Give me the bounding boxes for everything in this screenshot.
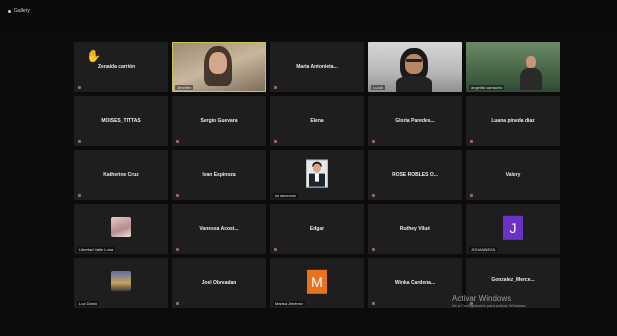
participant-name: Winka Cardena...	[394, 280, 436, 286]
mic-muted-icon	[176, 194, 179, 197]
mic-muted-icon	[372, 248, 375, 251]
participant-tile[interactable]: Elena	[270, 96, 364, 146]
participant-name: Edgar	[309, 226, 325, 232]
mic-muted-icon	[470, 140, 473, 143]
mic-muted-icon	[470, 194, 473, 197]
participant-tile[interactable]: Winka Cardena...	[368, 258, 462, 308]
mic-muted-icon	[176, 302, 179, 305]
participant-tile[interactable]: Maria Antonieta...	[270, 42, 364, 92]
participant-name: Luana pineda díaz	[491, 118, 535, 124]
participant-tile[interactable]: Libertad Valle Luna	[74, 204, 168, 254]
participant-name-label: lui ascencio	[273, 193, 298, 198]
mic-muted-icon	[274, 248, 277, 251]
participant-tile-video[interactable]: Lucía	[368, 42, 462, 92]
participant-tile[interactable]: Joel Obreadan	[172, 258, 266, 308]
participant-name: Gloria Paredes...	[395, 118, 435, 124]
participant-name: Zenaida carrión	[98, 64, 136, 70]
avatar-initial: J	[509, 219, 517, 236]
mic-muted-icon	[176, 248, 179, 251]
participant-tile[interactable]: M Marisa Jiménez	[270, 258, 364, 308]
participant-tile[interactable]: Edgar	[270, 204, 364, 254]
participant-tile[interactable]: Vanessa Acost...	[172, 204, 266, 254]
initial-avatar: M	[307, 269, 327, 294]
windows-activation-watermark: Activar Windows Ve a Configuración para …	[452, 294, 526, 308]
profile-photo	[111, 217, 131, 237]
participant-tile[interactable]: Valery	[466, 150, 560, 200]
profile-photo	[111, 271, 131, 291]
participant-name: Sergio Guevara	[200, 118, 238, 124]
mic-muted-icon	[78, 140, 81, 143]
view-label: Gallery	[14, 8, 30, 14]
participant-name-label: Luz Danio	[77, 301, 100, 306]
participant-name: Vanessa Acost...	[199, 226, 239, 232]
participant-name: ROSE ROBLES O...	[392, 172, 438, 178]
mic-muted-icon	[372, 194, 375, 197]
participant-name: Ruthey Vilué	[399, 226, 431, 232]
participant-tile[interactable]: MOISES_TITTAS	[74, 96, 168, 146]
participant-tile[interactable]: Katherine Cruz	[74, 150, 168, 200]
view-switcher[interactable]: Gallery	[8, 8, 30, 14]
mic-muted-icon	[176, 140, 179, 143]
top-bar: Gallery	[0, 0, 617, 34]
participant-tile[interactable]: J JOHANNEZA	[466, 204, 560, 254]
participant-face	[405, 54, 423, 74]
participant-name: Maria Antonieta...	[296, 64, 338, 70]
profile-photo	[306, 159, 328, 188]
participant-name-label: Jennifer	[175, 85, 194, 90]
avatar-initial: M	[311, 273, 323, 290]
mic-muted-icon	[372, 140, 375, 143]
mic-muted-icon	[78, 194, 81, 197]
participant-tile[interactable]: Ivan Espinoza	[172, 150, 266, 200]
watermark-subtitle: Ve a Configuración para activar Windows.	[452, 302, 527, 308]
participant-tile[interactable]: Luana pineda díaz	[466, 96, 560, 146]
participant-tile[interactable]: Sergio Guevara	[172, 96, 266, 146]
initial-avatar: J	[503, 215, 523, 240]
participant-tile[interactable]: Luz Danio	[74, 258, 168, 308]
participant-tile[interactable]: ✋ Zenaida carrión	[74, 42, 168, 92]
gallery-view-icon	[8, 9, 11, 13]
participant-body	[396, 76, 432, 92]
participant-name: Ivan Espinoza	[202, 172, 236, 178]
participant-tile[interactable]: ROSE ROBLES O...	[368, 150, 462, 200]
participant-name-label: JOHANNEZA	[469, 247, 498, 252]
participant-name: Valery	[505, 172, 521, 178]
participant-tile-video[interactable]: Jennifer	[172, 42, 266, 92]
participant-name: Gonzalez_Merce...	[491, 277, 535, 283]
mic-muted-icon	[78, 86, 81, 89]
participant-name-label: angelita camacho	[469, 85, 505, 90]
participant-glasses	[406, 59, 422, 62]
participant-tile[interactable]: lui ascencio	[270, 150, 364, 200]
mic-muted-icon	[372, 302, 375, 305]
participant-tile[interactable]: Ruthey Vilué	[368, 204, 462, 254]
participant-body	[520, 68, 542, 90]
participant-name: Joel Obreadan	[201, 280, 237, 286]
participant-face	[209, 52, 227, 74]
mic-muted-icon	[274, 140, 277, 143]
participant-gallery: ✋ Zenaida carrión Jennifer Maria Antonie…	[74, 42, 560, 308]
participant-name: Elena	[310, 118, 324, 124]
raised-hand-icon: ✋	[86, 49, 101, 63]
participant-name-label: Lucía	[371, 85, 385, 90]
participant-name-label: Libertad Valle Luna	[77, 247, 116, 252]
participant-face	[526, 56, 536, 68]
participant-tile-video[interactable]: angelita camacho	[466, 42, 560, 92]
participant-tile[interactable]: Gloria Paredes...	[368, 96, 462, 146]
mic-muted-icon	[274, 86, 277, 89]
participant-name: Katherine Cruz	[103, 172, 139, 178]
participant-name: MOISES_TITTAS	[101, 118, 141, 124]
participant-name-label: Marisa Jiménez	[273, 301, 306, 306]
